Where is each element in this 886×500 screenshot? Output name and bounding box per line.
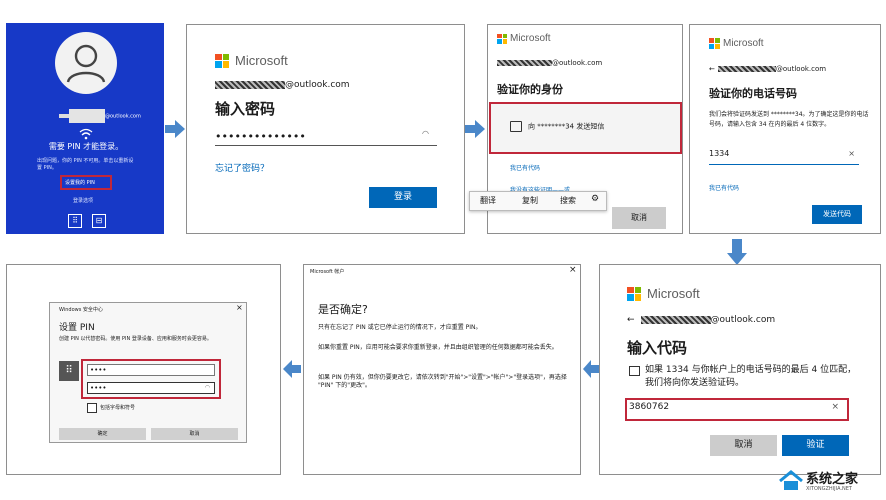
reveal-password-icon[interactable]: ◠ <box>422 129 429 138</box>
verify-button[interactable]: 验证 <box>782 435 849 456</box>
account-email: @outlook.com <box>215 80 350 90</box>
window-title: Windows 安全中心 <box>59 307 103 313</box>
window-title: Microsoft 帐户 <box>310 269 345 275</box>
settings-gear-icon[interactable]: ⚙ <box>591 194 599 204</box>
confirm-pin-input[interactable]: •••• ◠ <box>87 382 215 394</box>
close-icon[interactable]: × <box>569 265 577 275</box>
pin-required-message: 需要 PIN 才能登录。 <box>48 142 124 151</box>
have-code-link[interactable]: 我已有代码 <box>709 183 739 192</box>
confirm-reset-dialog: Microsoft 帐户 × 是否确定? 只有在忘记了 PIN 或它已停止运行的… <box>303 264 581 475</box>
microsoft-logo: Microsoft <box>215 53 288 68</box>
watermark-url: XITONGZHIJIA.NET <box>806 486 852 492</box>
cancel-button[interactable]: 取消 <box>151 428 238 440</box>
arrow-left-icon <box>283 360 301 378</box>
arrow-left-icon <box>583 360 599 378</box>
security-key-icon[interactable]: ⊟ <box>92 214 106 228</box>
account-email: ← @outlook.com <box>627 315 776 325</box>
code-description: 如果 1334 与你帐户上的电话号码的最后 4 位匹配，我们将向你发送验证码。 <box>627 364 862 390</box>
verify-description: 我们会将验证码发送到 ********34。为了确定这是你的电话号码，请输入包含… <box>709 111 869 128</box>
watermark-name: 系统之家 <box>806 472 859 487</box>
reset-pin-link[interactable]: 设置我的 PIN <box>65 179 95 186</box>
microsoft-logo: Microsoft <box>709 38 764 49</box>
house-logo-icon <box>779 470 803 490</box>
user-email: @outlook.com <box>59 109 141 123</box>
ok-button[interactable]: 确定 <box>59 428 146 440</box>
dialog-title: 是否确定? <box>318 303 368 316</box>
password-field[interactable]: •••••••••••••• ◠ <box>215 125 437 146</box>
dialog-title: 设置 PIN <box>59 323 95 333</box>
sms-option[interactable]: 向 ********34 发送短信 <box>510 121 604 132</box>
microsoft-logo: Microsoft <box>497 33 551 44</box>
page-title: 输入密码 <box>215 100 276 118</box>
pin-error-detail: 出现问题，你的 PIN 不可用。单击以重新设置 PIN。 <box>37 158 134 171</box>
signin-options-link[interactable]: 登录选项 <box>73 197 93 204</box>
translate-menu-item[interactable]: 翻译 <box>480 195 496 206</box>
page-title: 验证你的身份 <box>497 83 563 96</box>
context-menu: 翻译 复制 搜索 ⚙ <box>469 191 607 211</box>
arrow-right-icon <box>165 120 185 138</box>
user-avatar-icon <box>55 32 117 94</box>
dialog-paragraph-2: 如果你重置 PIN，应用可能会要求你重新登录，并且由组织管理的任何数据都可能会丢… <box>318 344 558 351</box>
account-email: @outlook.com <box>497 59 602 67</box>
keypad-icon: ⠿ <box>59 361 79 381</box>
clear-input-icon[interactable]: × <box>848 149 855 158</box>
cancel-button[interactable]: 取消 <box>710 435 777 456</box>
account-email: ← @outlook.com <box>709 65 827 73</box>
microsoft-logo: Microsoft <box>627 286 700 301</box>
chat-bubble-icon <box>510 121 522 132</box>
have-code-link[interactable]: 我已有代码 <box>510 163 540 172</box>
site-watermark: 系统之家 XITONGZHIJIA.NET <box>778 466 884 496</box>
back-arrow-icon[interactable]: ← <box>709 65 715 73</box>
last-digits-input[interactable]: 1334 × <box>709 149 859 165</box>
clear-input-icon[interactable]: × <box>831 402 839 412</box>
enter-password-panel: Microsoft @outlook.com 输入密码 ••••••••••••… <box>186 24 465 234</box>
forgot-password-link[interactable]: 忘记了密码？ <box>215 161 269 174</box>
send-code-button[interactable]: 发送代码 <box>812 205 862 224</box>
search-menu-item[interactable]: 搜索 <box>560 195 576 206</box>
new-pin-input[interactable]: •••• <box>87 364 215 376</box>
page-title: 验证你的电话号码 <box>709 87 797 100</box>
page-title: 输入代码 <box>627 339 688 357</box>
dialog-paragraph-1: 只有在忘记了 PIN 或它已停止运行的情况下，才应重置 PIN。 <box>318 324 482 331</box>
enter-code-panel: Microsoft ← @outlook.com 输入代码 如果 1334 与你帐… <box>599 264 881 475</box>
chat-bubble-icon <box>629 366 640 376</box>
dialog-paragraph-3: 如果 PIN 仍有效，但你仍要更改它，请依次转到"开始">"设置">"帐户">"… <box>318 374 567 389</box>
close-icon[interactable]: × <box>236 303 243 312</box>
copy-menu-item[interactable]: 复制 <box>522 195 538 206</box>
verify-phone-panel: Microsoft ← @outlook.com 验证你的电话号码 我们会将验证码… <box>689 24 881 234</box>
windows-security-dialog: Windows 安全中心 × 设置 PIN 创建 PIN 以代替密码。使用 PI… <box>49 302 247 443</box>
code-input[interactable]: 3860762 × <box>629 402 845 417</box>
back-arrow-icon[interactable]: ← <box>627 315 635 325</box>
keypad-icon[interactable]: ⠿ <box>68 214 82 228</box>
include-letters-label: 包括字母和符号 <box>100 405 136 411</box>
arrow-right-icon <box>465 120 485 138</box>
arrow-down-icon <box>727 239 747 265</box>
pin-lock-screen-panel: @outlook.com 需要 PIN 才能登录。 出现问题，你的 PIN 不可… <box>6 23 164 234</box>
reveal-pin-icon[interactable]: ◠ <box>205 383 210 393</box>
set-pin-panel: Windows 安全中心 × 设置 PIN 创建 PIN 以代替密码。使用 PI… <box>6 264 281 475</box>
signin-button[interactable]: 登录 <box>369 187 437 208</box>
dialog-description: 创建 PIN 以代替密码。使用 PIN 登录设备、应用和服务时会更容易。 <box>59 336 212 342</box>
cancel-button[interactable]: 取消 <box>612 207 666 229</box>
include-letters-checkbox[interactable] <box>87 403 97 413</box>
